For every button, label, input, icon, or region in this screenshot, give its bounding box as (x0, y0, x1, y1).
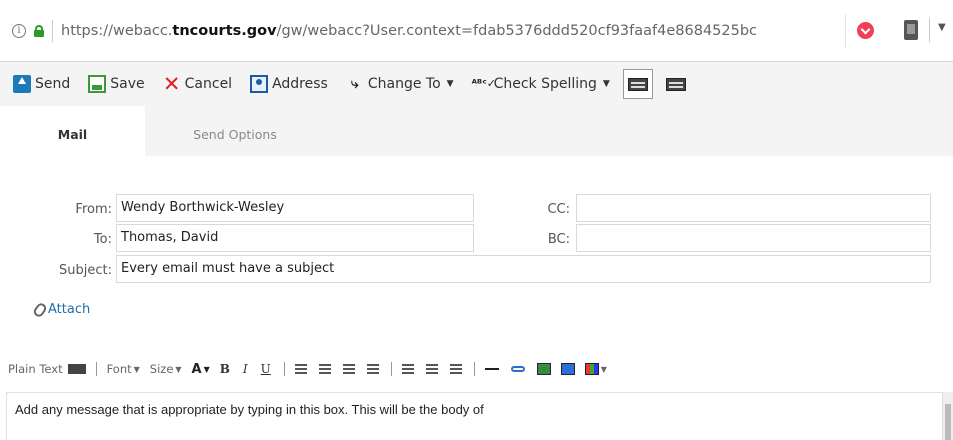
editor-toolbar: Plain Text Font ▼ Size ▼ A ▼ B I U ▼ (0, 354, 953, 384)
body-scrollbar[interactable] (943, 392, 953, 440)
check-spelling-button[interactable]: ᴬᴮᶜ✓ Check Spelling ▼ (467, 69, 615, 99)
table-icon[interactable] (560, 363, 575, 375)
plain-view-icon (665, 77, 686, 91)
subject-field[interactable]: Every email must have a subject (116, 255, 931, 283)
attach-link[interactable]: Attach (31, 300, 91, 319)
save-label: Save (110, 76, 145, 92)
to-label: To: (93, 232, 112, 247)
size-dropdown[interactable]: Size ▼ (150, 362, 182, 376)
tab-strip: Mail Send Options (0, 106, 953, 156)
paperclip-icon (31, 300, 49, 319)
outdent-icon[interactable] (342, 364, 355, 374)
attach-label: Attach (48, 302, 91, 317)
cc-label: CC: (547, 202, 570, 217)
text-color-button[interactable]: A ▼ (192, 362, 210, 377)
extension-icon[interactable] (904, 20, 918, 40)
change-to-icon: ⤷ (350, 76, 359, 92)
indent-icon[interactable] (366, 364, 379, 374)
html-view-button[interactable] (622, 69, 653, 99)
toolbar-separator (929, 18, 930, 42)
browser-address-bar: i https://webacc.tncourts.gov/gw/webacc?… (0, 0, 953, 62)
message-body-text: Add any message that is appropriate by t… (15, 402, 484, 417)
save-button[interactable]: Save (83, 69, 149, 99)
message-body[interactable]: Add any message that is appropriate by t… (6, 392, 943, 440)
subject-label: Subject: (59, 263, 112, 278)
plain-text-label: Plain Text (8, 362, 63, 376)
send-label: Send (35, 76, 71, 92)
plain-text-toggle[interactable]: Plain Text (8, 362, 86, 376)
italic-button[interactable]: I (243, 362, 248, 376)
url-separator (52, 20, 53, 42)
cancel-icon: ✕ (162, 72, 181, 96)
editor-separator (473, 362, 475, 376)
align-center-icon[interactable] (425, 364, 438, 374)
bc-label: BC: (547, 232, 570, 247)
address-label: Address (272, 76, 328, 92)
send-icon (13, 75, 31, 93)
bold-button[interactable]: B (220, 362, 230, 376)
editor-separator (390, 362, 392, 376)
cancel-label: Cancel (184, 76, 233, 92)
change-to-button[interactable]: ⤷ Change To ▼ (341, 69, 459, 99)
chevron-down-icon: ▼ (175, 364, 182, 374)
align-left-icon[interactable] (401, 364, 414, 374)
link-icon[interactable] (510, 366, 525, 372)
url-box[interactable]: i https://webacc.tncourts.gov/gw/webacc?… (6, 14, 846, 48)
chevron-down-icon: ▼ (602, 79, 610, 89)
underline-button[interactable]: U (261, 362, 271, 376)
compose-form: From: Wendy Borthwick-Wesley To: Thomas,… (0, 156, 953, 440)
cc-field[interactable] (576, 194, 931, 222)
lock-icon[interactable] (34, 25, 44, 37)
editor-separator (95, 362, 97, 376)
compose-toolbar: Send Save ✕ Cancel Address ⤷ Change To ▼… (0, 62, 953, 106)
html-view-icon (627, 77, 648, 91)
bc-field[interactable] (576, 224, 931, 252)
bullet-list-icon[interactable] (318, 364, 331, 374)
save-icon (88, 75, 107, 93)
send-button[interactable]: Send (8, 69, 75, 99)
chevron-down-icon: ▼ (446, 79, 454, 89)
keyboard-icon (67, 364, 86, 374)
horizontal-rule-icon[interactable] (484, 368, 499, 370)
size-label: Size (149, 362, 174, 376)
cancel-button[interactable]: ✕ Cancel (158, 69, 237, 99)
image-icon[interactable] (536, 363, 551, 375)
chevron-down-icon[interactable]: ▼ (601, 365, 607, 374)
from-label: From: (75, 202, 112, 217)
from-field[interactable]: Wendy Borthwick-Wesley (116, 194, 474, 222)
to-field[interactable]: Thomas, David (116, 224, 474, 252)
tab-send-options[interactable]: Send Options (145, 106, 325, 156)
editor-separator (283, 362, 285, 376)
chevron-down-icon: ▼ (203, 364, 210, 374)
font-dropdown[interactable]: Font ▼ (107, 362, 140, 376)
numbered-list-icon[interactable] (294, 364, 307, 374)
chevron-down-icon: ▼ (133, 364, 140, 374)
align-right-icon[interactable] (449, 364, 462, 374)
tab-mail[interactable]: Mail (0, 106, 145, 156)
check-spelling-label: Check Spelling (493, 76, 597, 92)
info-icon[interactable]: i (12, 24, 26, 38)
pocket-icon[interactable] (857, 22, 874, 39)
url-text[interactable]: https://webacc.tncourts.gov/gw/webacc?Us… (61, 23, 801, 39)
highlight-color-icon[interactable] (584, 363, 599, 375)
address-book-icon (250, 75, 269, 93)
spell-check-icon: ᴬᴮᶜ✓ (471, 77, 496, 90)
plain-view-button[interactable] (661, 69, 691, 99)
address-button[interactable]: Address (245, 69, 333, 99)
menu-chevron-icon[interactable]: ▼ (938, 22, 946, 33)
font-label: Font (106, 362, 132, 376)
change-to-label: Change To (367, 76, 441, 92)
